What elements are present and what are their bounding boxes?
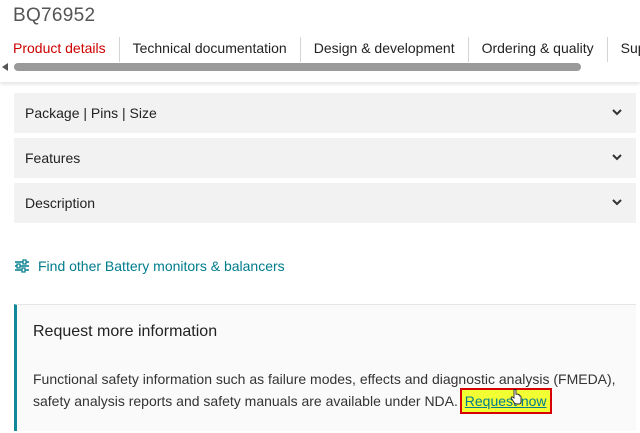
tab-design-development[interactable]: Design & development (301, 37, 469, 62)
chevron-down-icon (612, 109, 622, 116)
scroll-left-arrow-icon[interactable] (2, 63, 8, 71)
section-tabs: Product details Technical documentation De… (0, 37, 640, 62)
find-link-label: Find other Battery monitors & balancers (38, 258, 285, 274)
tab-ordering-quality[interactable]: Ordering & quality (469, 37, 608, 62)
info-card-text: Functional safety information such as fa… (33, 368, 633, 414)
hand-pointer-icon (510, 389, 522, 405)
tabs-scrollbar[interactable] (0, 62, 640, 74)
accordion-label: Features (25, 150, 81, 166)
info-card-title: Request more information (33, 323, 218, 340)
main-content: Package | Pins | Size Features Descripti… (0, 82, 640, 433)
part-number-title: BQ76952 (13, 5, 96, 26)
page-header: BQ76952 Product details Technical documen… (0, 0, 640, 82)
tab-product-details[interactable]: Product details (0, 37, 120, 62)
accordion-package-pins-size[interactable]: Package | Pins | Size (14, 93, 636, 134)
accordion-label: Package | Pins | Size (25, 105, 157, 121)
chevron-down-icon (612, 199, 622, 206)
accordion-label: Description (25, 195, 96, 211)
request-info-card: Request more information Functional safe… (14, 304, 636, 431)
request-now-link[interactable]: Request now (459, 388, 552, 414)
accordion-description[interactable]: Description (14, 183, 636, 224)
tab-technical-documentation[interactable]: Technical documentation (120, 37, 301, 62)
sliders-icon (15, 259, 29, 273)
request-now-label: Request now (464, 393, 547, 409)
find-other-products-link[interactable]: Find other Battery monitors & balancers (14, 256, 285, 276)
scrollbar-thumb[interactable] (14, 63, 581, 71)
tab-support[interactable]: Support (608, 37, 640, 62)
chevron-down-icon (612, 154, 622, 161)
accordion-features[interactable]: Features (14, 138, 636, 179)
